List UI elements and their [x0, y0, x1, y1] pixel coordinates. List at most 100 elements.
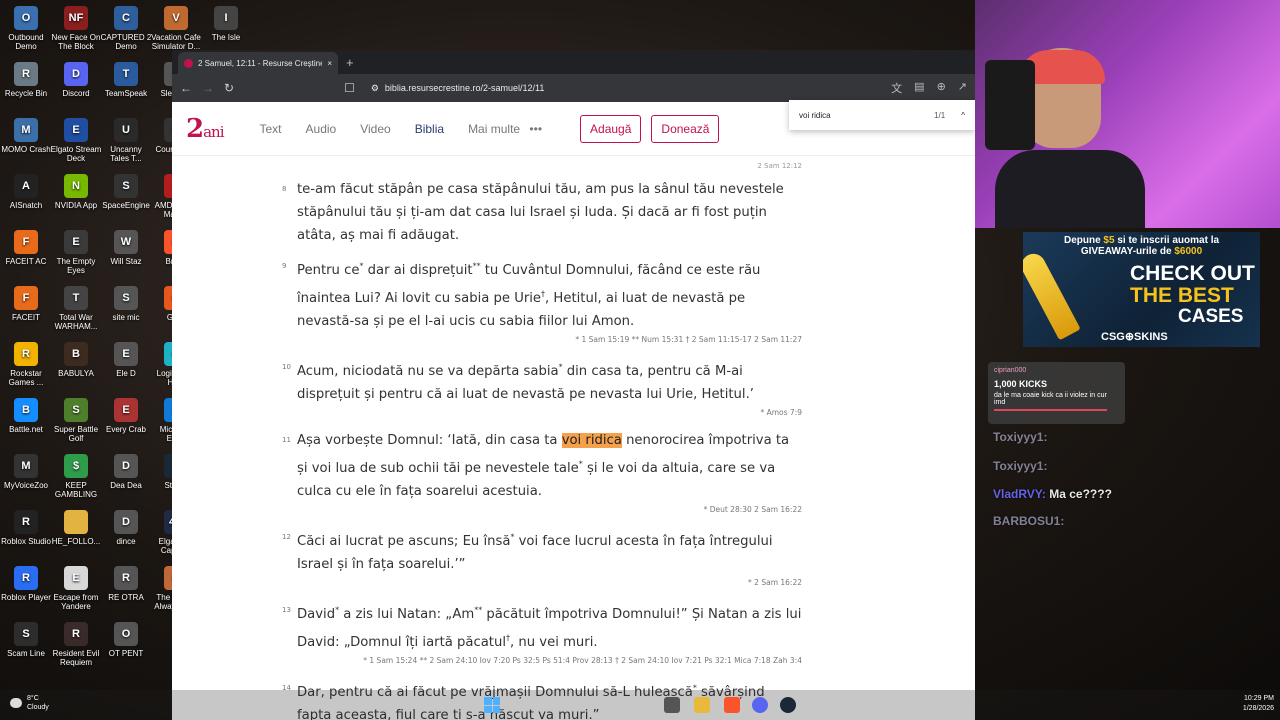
translate-icon[interactable]: 文	[891, 80, 902, 96]
desktop-icon[interactable]: O OT PENT	[100, 622, 152, 658]
zoom-icon[interactable]: ⊕	[937, 80, 946, 96]
cross-references[interactable]: * 1 Sam 15:19 ** Num 15:31 † 2 Sam 11:15…	[282, 335, 802, 344]
desktop-icon[interactable]: NF New Face On The Block	[50, 6, 102, 51]
desktop-icon[interactable]: E Every Crab	[100, 398, 152, 434]
desktop-icon[interactable]: O Outbound Demo	[0, 6, 52, 51]
verse-number[interactable]: 8	[282, 178, 286, 201]
desktop-icon[interactable]: HE_FOLLO...	[50, 510, 102, 546]
verse-number[interactable]: 11	[282, 429, 291, 452]
desktop-icon[interactable]: M MOMO Crash	[0, 118, 52, 154]
cross-references[interactable]: * Amos 7:9	[282, 408, 802, 417]
desktop-icon[interactable]: M MyVoiceZoo	[0, 454, 52, 490]
nav-item-biblia[interactable]: Biblia	[415, 122, 444, 136]
desktop-icon[interactable]: S Super Battle Golf	[50, 398, 102, 443]
desktop-icon[interactable]: D Dea Dea	[100, 454, 152, 490]
reader-icon[interactable]: ▤	[914, 80, 924, 96]
bookmark-icon[interactable]: ☐	[344, 81, 355, 95]
verse-number[interactable]: 9	[282, 255, 286, 278]
desktop-icon[interactable]: R Roblox Player	[0, 566, 52, 602]
site-favicon	[184, 58, 193, 68]
desktop-icon-label: AISnatch	[9, 201, 43, 210]
ad-banner[interactable]: Depune $5 si te inscrii auomat la GIVEAW…	[1023, 232, 1260, 347]
clock[interactable]: 10:29 PM 1/28/2026	[1243, 694, 1274, 714]
address-bar[interactable]: ⚙ biblia.resursecrestine.ro/2-samuel/12/…	[371, 83, 545, 94]
tab-bar: 2 Samuel, 12:11 - Resurse Creștine × +	[172, 50, 975, 74]
ad-line2: GIVEAWAY-urile de $6000	[1080, 246, 1203, 257]
share-icon[interactable]: ↗	[958, 80, 967, 96]
desktop-icon[interactable]: $ KEEP GAMBLING	[50, 454, 102, 499]
desktop-icon[interactable]: R Recycle Bin	[0, 62, 52, 98]
donate-button[interactable]: Donează	[651, 114, 720, 143]
desktop-icon[interactable]: E The Empty Eyes	[50, 230, 102, 275]
site-logo[interactable]: 2ani	[186, 114, 225, 144]
desktop-icon[interactable]: B BABULYA	[50, 342, 102, 378]
desktop-icon[interactable]: Ssite mic	[100, 286, 152, 322]
verse-text: Căci ai lucrat pe ascuns; Eu însă* voi f…	[297, 532, 773, 572]
desktop-icon[interactable]: F FACEIT AC	[0, 230, 52, 266]
app-icon: S	[14, 622, 38, 646]
start-button[interactable]	[484, 697, 500, 713]
weather-widget[interactable]: 8°C Cloudy	[10, 694, 49, 712]
desktop-icon[interactable]: A AISnatch	[0, 174, 52, 210]
desktop-icon[interactable]: R Resident Evil Requiem	[50, 622, 102, 667]
taskbar: 8°C Cloudy 10:29 PM 1/28/2026	[0, 690, 1280, 720]
desktop-icon[interactable]: Ddince	[100, 510, 152, 546]
verse-number[interactable]: 10	[282, 356, 291, 379]
nav-item-video[interactable]: Video	[360, 122, 390, 136]
add-button[interactable]: Adaugă	[580, 114, 642, 143]
desktop-icon-label: Discord	[62, 89, 90, 98]
find-prev-icon[interactable]: ^	[961, 111, 965, 120]
ad-headline-2: THE BEST	[1130, 284, 1234, 307]
forward-icon[interactable]: →	[202, 81, 214, 95]
desktop-icon[interactable]: R Rockstar Games ...	[0, 342, 52, 387]
desktop-icon[interactable]: T Total War WARHAM...	[50, 286, 102, 331]
desktop-icon[interactable]: W Will Staz	[100, 230, 152, 266]
reload-icon[interactable]: ↻	[224, 81, 234, 95]
desktop-icon-label: FACEIT AC	[5, 257, 47, 266]
app-icon: NF	[64, 6, 88, 30]
desktop-icon[interactable]: C CAPTURED 2 Demo	[100, 6, 152, 51]
brave-icon[interactable]	[724, 697, 740, 713]
nav-item-audio[interactable]: Audio	[306, 122, 337, 136]
desktop-icon[interactable]: E Ele D	[100, 342, 152, 378]
desktop-icon[interactable]: S SpaceEngine	[100, 174, 152, 210]
desktop-icon[interactable]: S Scam Line	[0, 622, 52, 658]
cross-references[interactable]: * 2 Sam 16:22	[282, 578, 802, 587]
discord-icon[interactable]	[752, 697, 768, 713]
desktop-icon[interactable]: I The Isle	[200, 6, 252, 42]
back-icon[interactable]: ←	[180, 81, 192, 95]
desktop-icon[interactable]: U Uncanny Tales T...	[100, 118, 152, 163]
cross-references[interactable]: * 1 Sam 15:24 ** 2 Sam 24:10 Iov 7:20 Ps…	[282, 656, 802, 665]
file-explorer-icon[interactable]	[664, 697, 680, 713]
ad-line1: Depune $5 si te inscrii auomat la	[1063, 235, 1220, 246]
desktop-icon[interactable]: D Discord	[50, 62, 102, 98]
cross-references[interactable]: * Deut 28:30 2 Sam 16:22	[282, 505, 802, 514]
site-info-icon[interactable]: ⚙	[371, 83, 379, 94]
desktop-icon[interactable]: R Roblox Studio	[0, 510, 52, 546]
app-icon: T	[114, 62, 138, 86]
desktop-icon[interactable]: T TeamSpeak	[100, 62, 152, 98]
nav-item-text[interactable]: Text	[260, 122, 282, 136]
close-tab-icon[interactable]: ×	[327, 59, 332, 68]
desktop-icon[interactable]: R RE OTRA	[100, 566, 152, 602]
desktop-icon[interactable]: F FACEIT	[0, 286, 52, 322]
verse-text: Pentru ce* dar ai disprețuit** tu Cuvânt…	[297, 262, 761, 329]
steam-icon[interactable]	[780, 697, 796, 713]
more-dots-icon: •••	[529, 121, 543, 136]
nav-item-more[interactable]: Mai multe •••	[468, 122, 542, 136]
verse-number[interactable]: 13	[282, 599, 291, 622]
desktop-icon[interactable]: V Vacation Cafe Simulator D...	[150, 6, 202, 51]
tab-active[interactable]: 2 Samuel, 12:11 - Resurse Creștine ×	[178, 52, 338, 74]
folder-icon[interactable]	[694, 697, 710, 713]
desktop-icon[interactable]: B Battle.net	[0, 398, 52, 434]
verse-number[interactable]: 12	[282, 526, 291, 549]
new-tab-button[interactable]: +	[346, 55, 354, 70]
desktop-icon-label: Elgato Stream Deck	[50, 145, 102, 163]
desktop-icon[interactable]: N NVIDIA App	[50, 174, 102, 210]
url-text: biblia.resursecrestine.ro/2-samuel/12/11	[384, 83, 545, 93]
find-input[interactable]: voi ridica	[799, 111, 831, 120]
app-icon: D	[114, 510, 138, 534]
desktop-icon[interactable]: E Elgato Stream Deck	[50, 118, 102, 163]
desktop-icon[interactable]: E Escape from Yandere	[50, 566, 102, 611]
cloud-icon	[10, 698, 22, 708]
